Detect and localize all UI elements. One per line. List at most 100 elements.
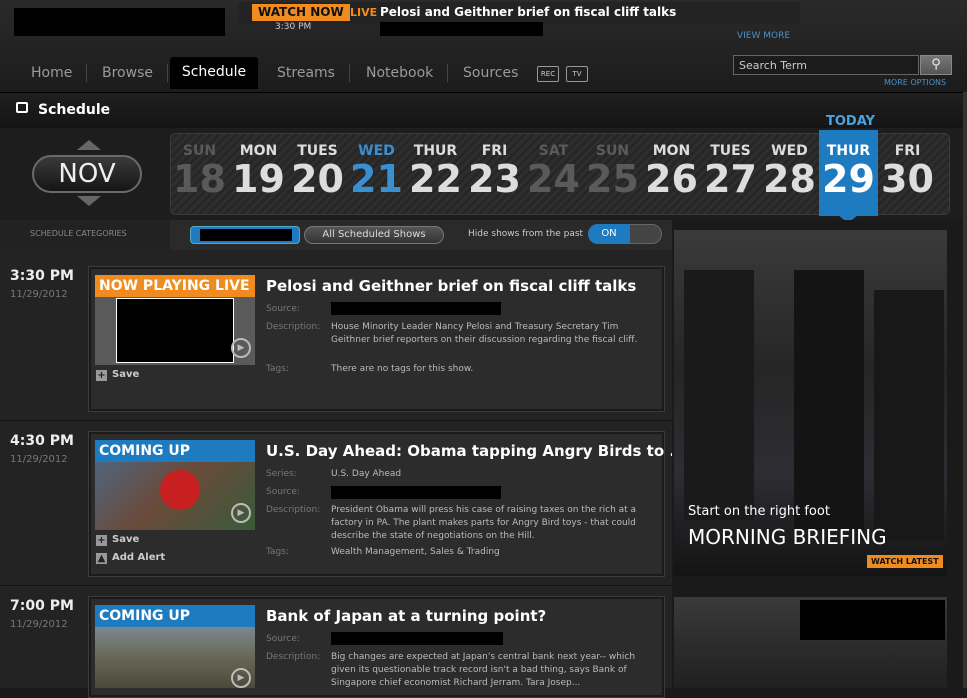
promo-title: MORNING BRIEFING [688, 525, 887, 549]
day-cell[interactable]: SAT 24 [524, 135, 583, 199]
month-next-icon[interactable] [77, 196, 101, 206]
day-cell[interactable]: TUES 20 [288, 135, 347, 199]
status-badge: COMING UP [95, 440, 255, 462]
day-cell[interactable]: THUR 22 [406, 135, 465, 199]
promo-figure [794, 270, 864, 530]
day-cell[interactable]: WED 28 [760, 135, 819, 199]
day-number: 21 [350, 157, 403, 201]
search-input[interactable]: Search Term [733, 55, 919, 75]
scrollbar[interactable] [963, 92, 967, 688]
source-label: Source: [266, 634, 300, 644]
schedule-header [0, 92, 967, 129]
day-number: 22 [409, 157, 462, 201]
toggle-on-label: ON [588, 224, 630, 244]
more-options-link[interactable]: MORE OPTIONS [884, 78, 946, 87]
show-date: 11/29/2012 [10, 619, 68, 630]
tv-icon[interactable]: TV [566, 66, 588, 82]
search-icon[interactable]: ⚲ [920, 55, 952, 75]
thumbnail-redacted [116, 298, 234, 363]
day-number: 30 [881, 157, 934, 201]
watch-latest-button[interactable]: WATCH LATEST [867, 555, 943, 568]
day-number: 18 [173, 157, 226, 201]
day-cell-today[interactable]: THUR 29 [819, 135, 878, 199]
show-series: U.S. Day Ahead [331, 469, 402, 479]
nav-divider [447, 64, 448, 82]
description-label: Description: [266, 505, 321, 515]
nav-divider [349, 64, 350, 82]
angry-bird-image [160, 470, 200, 510]
day-number: 25 [586, 157, 639, 201]
series-label: Series: [266, 469, 297, 479]
show-title[interactable]: Pelosi and Geithner brief on fiscal clif… [266, 277, 636, 295]
add-alert-label: Add Alert [112, 552, 166, 563]
promo-figure [684, 270, 754, 520]
nav-divider [167, 64, 168, 82]
show-description: President Obama will press his case of r… [331, 505, 637, 541]
bell-icon: ▲ [96, 553, 107, 564]
description-label: Description: [266, 652, 321, 662]
show-tags: Wealth Management, Sales & Trading [331, 547, 500, 557]
day-number: 27 [704, 157, 757, 201]
day-cell[interactable]: FRI 30 [878, 135, 937, 199]
save-button[interactable]: + Save [96, 534, 139, 546]
live-label: LIVE [350, 6, 378, 19]
row-divider [0, 420, 672, 421]
view-more-link[interactable]: VIEW MORE [737, 31, 790, 41]
day-number: 23 [468, 157, 521, 201]
source-redacted [331, 302, 501, 315]
nav-home[interactable]: Home [31, 58, 72, 88]
show-tags: There are no tags for this show. [331, 364, 474, 374]
show-description: House Minority Leader Nancy Pelosi and T… [331, 322, 638, 345]
category-redacted [200, 229, 292, 241]
day-cell[interactable]: WED 21 [347, 135, 406, 199]
day-cell[interactable]: SUN 25 [583, 135, 642, 199]
day-number: 24 [527, 157, 580, 201]
tags-label: Tags: [266, 547, 289, 557]
source-label: Source: [266, 304, 300, 314]
day-cell[interactable]: MON 19 [229, 135, 288, 199]
ticker-headline[interactable]: Pelosi and Geithner brief on fiscal clif… [380, 5, 676, 19]
nav-browse[interactable]: Browse [102, 58, 153, 88]
promo-subtitle: Start on the right foot [688, 504, 830, 519]
month-selector[interactable]: NOV [32, 155, 142, 193]
play-icon[interactable]: ▶ [231, 668, 251, 688]
day-number: 20 [291, 157, 344, 201]
status-badge: NOW PLAYING LIVE [95, 275, 255, 297]
hide-past-label: Hide shows from the past [468, 229, 584, 239]
ticker-time: 3:30 PM [275, 22, 312, 32]
nav-schedule[interactable]: Schedule [170, 57, 258, 89]
plus-icon: + [96, 535, 107, 546]
promo-redacted [800, 600, 945, 640]
rec-icon[interactable]: REC [537, 66, 559, 82]
all-shows-filter[interactable]: All Scheduled Shows [304, 226, 444, 244]
play-icon[interactable]: ▶ [231, 503, 251, 523]
show-title[interactable]: Bank of Japan at a turning point? [266, 607, 546, 625]
nav-notebook[interactable]: Notebook [366, 58, 433, 88]
show-time: 4:30 PM [10, 433, 74, 449]
day-cell[interactable]: TUES 27 [701, 135, 760, 199]
day-number: 29 [822, 157, 875, 201]
play-icon[interactable]: ▶ [231, 338, 251, 358]
month-prev-icon[interactable] [77, 140, 101, 150]
source-redacted [331, 632, 503, 645]
day-number: 26 [645, 157, 698, 201]
save-label: Save [112, 369, 140, 380]
plus-icon: + [96, 370, 107, 381]
tags-label: Tags: [266, 364, 289, 374]
watch-now-button[interactable]: WATCH NOW [252, 4, 350, 21]
nav-streams[interactable]: Streams [277, 58, 335, 88]
show-description: Big changes are expected at Japan's cent… [331, 652, 636, 688]
today-label: TODAY [826, 114, 875, 129]
row-divider [0, 585, 672, 586]
tv-icon [16, 102, 28, 113]
day-number: 28 [763, 157, 816, 201]
nav-sources[interactable]: Sources [463, 58, 518, 88]
add-alert-button[interactable]: ▲ Add Alert [96, 552, 165, 564]
save-button[interactable]: + Save [96, 369, 139, 381]
page-title: Schedule [38, 102, 111, 118]
day-cell[interactable]: FRI 23 [465, 135, 524, 199]
day-cell[interactable]: SUN 18 [170, 135, 229, 199]
show-title[interactable]: U.S. Day Ahead: Obama tapping Angry Bird… [266, 442, 686, 460]
source-redacted [331, 486, 501, 499]
day-cell[interactable]: MON 26 [642, 135, 701, 199]
